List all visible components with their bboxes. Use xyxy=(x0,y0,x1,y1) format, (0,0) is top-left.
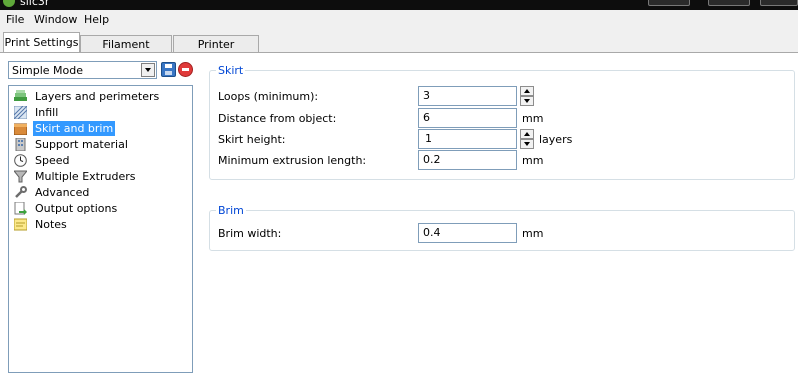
close-button[interactable] xyxy=(760,0,798,6)
app-icon xyxy=(3,0,15,7)
loops-label: Loops (minimum): xyxy=(218,90,319,103)
stepper-up-icon[interactable] xyxy=(520,86,534,96)
loops-input[interactable]: 3 xyxy=(418,86,517,106)
preset-select[interactable]: Simple Mode xyxy=(8,61,157,79)
stepper-down-icon[interactable] xyxy=(520,96,534,106)
brim-width-input[interactable]: 0.4 xyxy=(418,223,517,243)
preset-value: Simple Mode xyxy=(12,64,84,77)
menu-help[interactable]: Help xyxy=(84,13,109,27)
print-settings-panel: Simple Mode Layers and perimeters Infill… xyxy=(0,52,798,373)
page-go-icon xyxy=(14,201,27,215)
brim-width-unit: mm xyxy=(522,227,544,240)
skirt-height-input[interactable]: 1 xyxy=(418,129,517,149)
stepper-up-icon[interactable] xyxy=(520,129,534,139)
skirt-group-title: Skirt xyxy=(216,64,246,77)
min-extrusion-unit: mm xyxy=(522,154,544,167)
minimize-button[interactable] xyxy=(648,0,690,6)
skirt-height-unit: layers xyxy=(539,133,573,146)
settings-category-tree: Layers and perimeters Infill Skirt and b… xyxy=(8,85,193,373)
building-icon xyxy=(14,137,27,152)
menu-window[interactable]: Window xyxy=(34,13,77,27)
clock-icon xyxy=(14,154,27,167)
window-title: slic3r xyxy=(20,0,50,8)
tab-filament-settings[interactable]: Filament Settings xyxy=(80,35,172,68)
tab-print-settings[interactable]: Print Settings xyxy=(3,32,80,53)
maximize-button[interactable] xyxy=(708,0,750,6)
distance-label: Distance from object: xyxy=(218,112,337,125)
distance-input[interactable]: 6 xyxy=(418,108,517,128)
stepper-down-icon[interactable] xyxy=(520,139,534,149)
min-extrusion-label: Minimum extrusion length: xyxy=(218,154,367,167)
skirt-height-label: Skirt height: xyxy=(218,133,286,146)
note-icon xyxy=(13,218,28,231)
chevron-down-icon[interactable] xyxy=(141,63,155,77)
menu-file[interactable]: File xyxy=(6,13,24,27)
skirt-height-stepper[interactable] xyxy=(520,129,534,149)
box-icon xyxy=(13,122,28,136)
infill-icon xyxy=(13,105,28,120)
brim-group-title: Brim xyxy=(216,204,246,217)
menu-bar: File Window Help xyxy=(0,10,798,30)
layers-icon xyxy=(14,90,27,103)
wrench-icon xyxy=(14,186,27,199)
funnel-icon xyxy=(12,170,29,183)
delete-preset-button[interactable] xyxy=(178,62,193,77)
min-extrusion-input[interactable]: 0.2 xyxy=(418,150,517,170)
title-bar: slic3r xyxy=(0,0,798,10)
save-preset-button[interactable] xyxy=(161,62,176,77)
tab-printer-settings[interactable]: Printer Settings xyxy=(173,35,259,68)
distance-unit: mm xyxy=(522,112,544,125)
settings-tabs: Print Settings Filament Settings Printer… xyxy=(0,30,798,68)
loops-stepper[interactable] xyxy=(520,86,534,106)
brim-width-label: Brim width: xyxy=(218,227,282,240)
